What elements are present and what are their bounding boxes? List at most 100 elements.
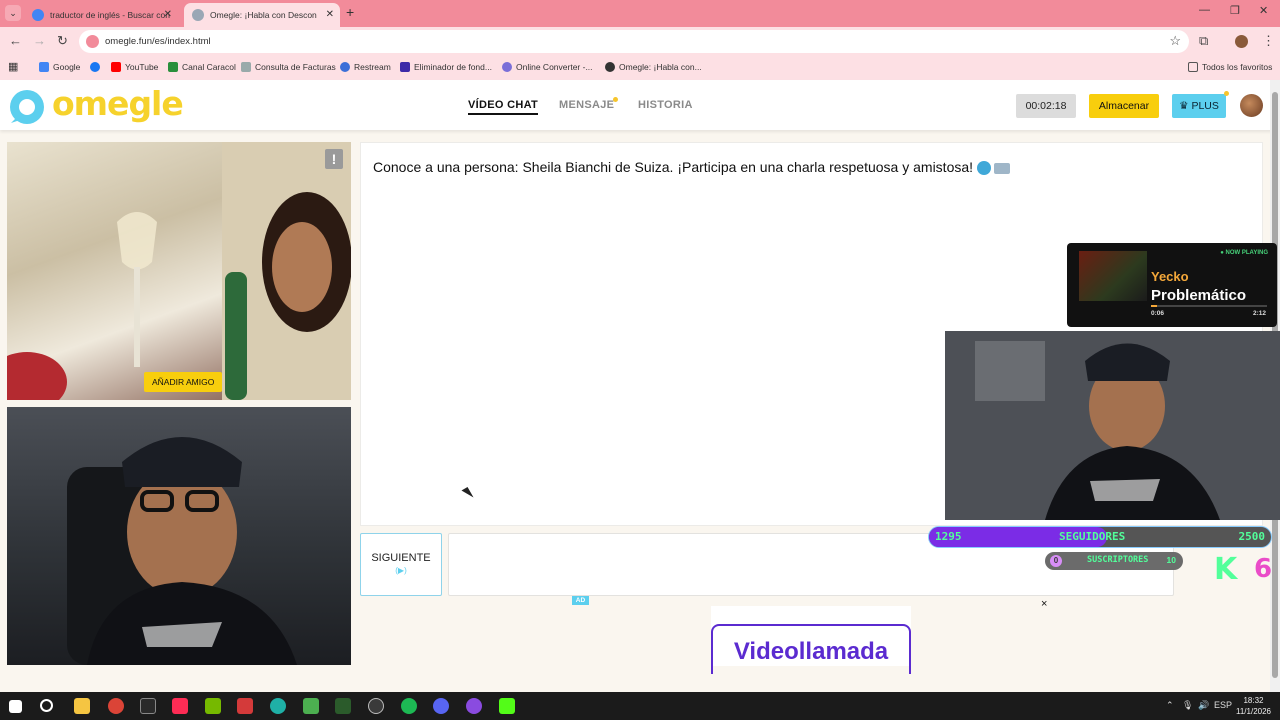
omegle-logo-icon[interactable] (7, 87, 47, 125)
site-info-icon[interactable] (86, 35, 99, 48)
subscribers-target: 10 (1166, 555, 1176, 565)
spotify-icon[interactable] (401, 698, 417, 714)
file-explorer-icon[interactable] (74, 698, 90, 714)
system-clock[interactable]: 18:32 11/1/2026 (1236, 695, 1271, 717)
album-art (1079, 251, 1147, 301)
bookmark-caracol[interactable]: Canal Caracol (168, 56, 236, 78)
bookmark-label: YouTube (125, 62, 159, 72)
bookmark-facturas[interactable]: Consulta de Facturas (241, 56, 336, 78)
bookmark-star-icon[interactable]: ☆ (1169, 33, 1181, 49)
tray-chevron-icon[interactable]: ⌃ (1166, 700, 1174, 711)
bookmark-converter[interactable]: Online Converter -... (502, 56, 593, 78)
song-artist: Yecko (1151, 269, 1189, 284)
kick-count: 6 (1254, 554, 1273, 584)
reload-icon[interactable]: ↻ (57, 33, 68, 49)
caracol-icon (168, 61, 178, 72)
edge-icon[interactable] (270, 698, 286, 714)
session-timer: 00:02:18 (1016, 94, 1076, 118)
tab-omegle[interactable]: Omegle: ¡Habla con Descon ✕ (184, 3, 340, 27)
profile-icon[interactable] (1235, 35, 1248, 48)
bookmark-label: Online Converter -... (516, 62, 593, 72)
tiktok-icon[interactable] (172, 698, 188, 714)
tf-icon[interactable] (237, 698, 253, 714)
next-button[interactable]: SIGUIENTE (▶) (360, 533, 442, 596)
discord-icon[interactable] (433, 698, 449, 714)
xbox-icon[interactable] (303, 698, 319, 714)
bookmark-label: Omegle: ¡Habla con... (619, 62, 702, 72)
omegle-favicon-icon (192, 8, 204, 21)
song-elapsed: 0:06 (1151, 310, 1165, 317)
self-video (7, 407, 351, 665)
close-tab-icon[interactable]: ✕ (164, 3, 172, 27)
ad-badge: AD (572, 596, 589, 605)
song-progress-fill (1151, 305, 1157, 307)
omegle-logo-text[interactable]: omegle (52, 84, 184, 123)
song-duration: 2:12 (1253, 310, 1267, 317)
browser-tab-strip: ⌄ traductor de inglés - Buscar con ✕ Ome… (0, 0, 1280, 27)
globe-emoji-icon (977, 161, 992, 176)
menu-icon[interactable]: ⋮ (1262, 33, 1275, 49)
extensions-icon[interactable]: ⧉ (1199, 33, 1208, 49)
bookmark-label: Canal Caracol (182, 62, 236, 72)
eliminador-icon (400, 61, 410, 72)
add-friend-button[interactable]: AÑADIR AMIGO (144, 372, 223, 392)
tab-translator[interactable]: traductor de inglés - Buscar con ✕ (26, 3, 178, 27)
avatar[interactable] (1240, 94, 1263, 117)
terminal-icon[interactable] (335, 698, 351, 714)
bookmark-youtube[interactable] (90, 56, 104, 78)
subscribers-label: SUSCRIPTORES (1087, 555, 1149, 565)
bookmark-eliminador[interactable]: Eliminador de fond... (400, 56, 492, 78)
nav-mensaje[interactable]: MENSAJE (559, 99, 614, 111)
chrome-icon[interactable] (108, 698, 124, 714)
nav-video-chat[interactable]: VÍDEO CHAT (468, 99, 539, 115)
store-button[interactable]: Almacenar (1089, 94, 1159, 118)
now-playing-tag: ● NOW PLAYING (1220, 250, 1268, 256)
clock-time: 18:32 (1243, 696, 1264, 705)
cod-icon[interactable] (140, 698, 156, 714)
restore-icon[interactable]: ❐ (1230, 4, 1240, 17)
nvidia-icon[interactable] (205, 698, 221, 714)
kick-icon[interactable] (499, 698, 515, 714)
speaker-icon[interactable]: 🔊 (1198, 700, 1209, 711)
windows-start-icon[interactable] (9, 700, 22, 713)
videollamada-ad-button[interactable]: Videollamada (711, 624, 911, 674)
microphone-icon[interactable]: 🎙 (1182, 700, 1193, 711)
back-icon[interactable]: ← (9, 33, 22, 48)
bookmark-youtube[interactable]: YouTube (111, 56, 158, 78)
stranger-video: ! AÑADIR AMIGO (7, 142, 351, 400)
forward-icon[interactable]: → (33, 33, 46, 48)
url-field[interactable]: omegle.fun/es/index.html ☆ (79, 30, 1189, 53)
bookmark-restream[interactable]: Restream (340, 56, 391, 78)
song-progress-bar (1151, 305, 1267, 307)
all-bookmarks[interactable]: Todos los favoritos (1188, 56, 1272, 78)
bookmarks-bar: ▦ Google YouTube Canal Caracol Consulta … (0, 56, 1280, 80)
system-message: Conoce a una persona: Sheila Bianchi de … (373, 159, 1011, 176)
notification-dot (613, 97, 618, 102)
plus-notification-dot (1224, 91, 1229, 96)
new-tab-icon[interactable]: + (346, 4, 354, 20)
plus-button[interactable]: ♛ PLUS (1172, 94, 1226, 118)
language-indicator[interactable]: ESP (1214, 700, 1232, 710)
document-icon (241, 61, 251, 72)
obs-icon[interactable] (368, 698, 384, 714)
followers-label: SEGUIDORES (1059, 530, 1126, 543)
globe-icon (605, 61, 615, 72)
messenger-icon[interactable] (466, 698, 482, 714)
nav-historia[interactable]: HISTORIA (638, 99, 693, 111)
now-playing-widget: ● NOW PLAYING Yecko Problemático 0:06 2:… (1067, 243, 1277, 327)
tab-search-icon[interactable]: ⌄ (5, 5, 21, 21)
clock-date: 11/1/2026 (1236, 707, 1271, 716)
close-window-icon[interactable]: ✕ (1259, 4, 1268, 17)
bookmark-omegle[interactable]: Omegle: ¡Habla con... (605, 56, 702, 78)
folder-icon (1188, 61, 1198, 72)
flag-emoji-icon (994, 162, 1011, 174)
minimize-icon[interactable]: — (1199, 4, 1210, 16)
followers-current: 1295 (935, 530, 962, 543)
bookmark-google[interactable]: Google (39, 56, 80, 78)
search-icon[interactable] (40, 699, 53, 712)
close-tab-icon[interactable]: ✕ (326, 3, 334, 27)
ad-banner: Videollamada (711, 606, 911, 674)
apps-icon[interactable]: ▦ (8, 56, 18, 78)
ad-close-icon[interactable]: × (1041, 598, 1047, 610)
report-button[interactable]: ! (325, 149, 343, 169)
